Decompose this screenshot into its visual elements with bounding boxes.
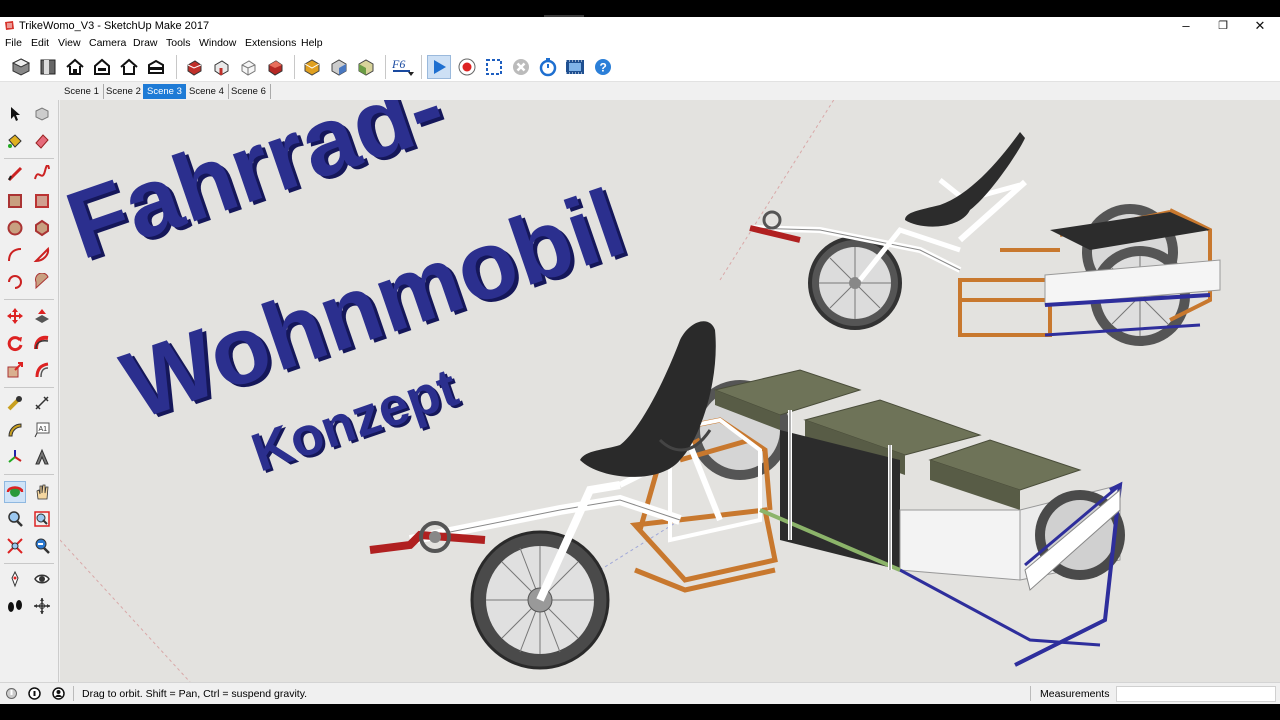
- measurements-label: Measurements: [1040, 688, 1110, 700]
- line-tool-icon[interactable]: [4, 163, 26, 185]
- zoom-extents-tool-icon[interactable]: [4, 535, 26, 557]
- restore-button[interactable]: ❐: [1205, 17, 1241, 36]
- look-around-tool-icon[interactable]: [31, 568, 53, 590]
- rectangle-tool-icon[interactable]: [4, 190, 26, 212]
- svg-text:A1: A1: [39, 426, 48, 433]
- menu-view[interactable]: View: [58, 37, 81, 49]
- menu-window[interactable]: Window: [199, 37, 236, 49]
- status-hint: Drag to orbit. Shift = Pan, Ctrl = suspe…: [82, 688, 308, 700]
- screen-top-border: [0, 0, 1280, 17]
- polygon-tool-icon[interactable]: [31, 217, 53, 239]
- menu-edit[interactable]: Edit: [31, 37, 49, 49]
- zoom-window-tool-icon[interactable]: [31, 508, 53, 530]
- measurements-input[interactable]: [1116, 686, 1276, 702]
- position-camera-tool-icon[interactable]: [4, 568, 26, 590]
- hidden-line-style-icon[interactable]: [236, 55, 260, 79]
- rotate-tool-icon[interactable]: [4, 332, 26, 354]
- play-animation-icon[interactable]: [427, 55, 451, 79]
- push-pull-tool-icon[interactable]: [31, 305, 53, 327]
- follow-me-tool-icon[interactable]: [31, 332, 53, 354]
- model-scene: Fahrrad- Fahrrad- Wohnmobil Wohnmobil Ko…: [60, 100, 1221, 682]
- select-tool-icon[interactable]: [4, 103, 26, 125]
- move-tool-icon[interactable]: [4, 305, 26, 327]
- 3d-text-tool-icon[interactable]: [31, 446, 53, 468]
- arc-3pt-tool-icon[interactable]: [4, 271, 26, 293]
- scene-tabs: Scene 1 Scene 2 Scene 3 Scene 4 Scene 6: [0, 82, 1280, 100]
- section-display-icon[interactable]: [327, 55, 351, 79]
- sketchup-logo-icon: [5, 21, 14, 30]
- trike-model-top-view[interactable]: [749, 132, 1221, 346]
- credits-icon[interactable]: [28, 687, 41, 700]
- tab-scene-3[interactable]: Scene 3: [143, 84, 186, 99]
- menu-help[interactable]: Help: [301, 37, 323, 49]
- iso-view-icon[interactable]: [9, 55, 33, 79]
- menu-extensions[interactable]: Extensions: [245, 37, 296, 49]
- window-title: TrikeWomo_V3 - SketchUp Make 2017: [19, 20, 210, 32]
- account-icon[interactable]: [52, 687, 65, 700]
- f6-extension-icon[interactable]: F6: [390, 55, 416, 79]
- section-plane-tool-icon[interactable]: [31, 595, 53, 617]
- screen-bottom-border: [0, 704, 1280, 720]
- svg-text:?: ?: [600, 61, 607, 75]
- text-tool-icon[interactable]: A1: [31, 419, 53, 441]
- freehand-tool-icon[interactable]: [31, 163, 53, 185]
- zoom-tool-icon[interactable]: [4, 508, 26, 530]
- selection-box-icon[interactable]: [482, 55, 506, 79]
- menu-tools[interactable]: Tools: [166, 37, 191, 49]
- tool-palette: A1: [0, 100, 59, 682]
- scale-tool-icon[interactable]: [4, 359, 26, 381]
- previous-view-tool-icon[interactable]: [31, 535, 53, 557]
- eraser-tool-icon[interactable]: [31, 130, 53, 152]
- stop-icon[interactable]: [509, 55, 533, 79]
- pie-tool-icon[interactable]: [31, 244, 53, 266]
- left-view-icon[interactable]: [144, 55, 168, 79]
- menu-file[interactable]: File: [5, 37, 22, 49]
- front-view-icon[interactable]: [63, 55, 87, 79]
- circle-tool-icon[interactable]: [4, 217, 26, 239]
- right-view-icon[interactable]: [90, 55, 114, 79]
- paint-bucket-tool-icon[interactable]: [4, 130, 26, 152]
- shaded-style-icon[interactable]: [263, 55, 287, 79]
- f6-label: F6: [391, 57, 405, 71]
- protractor-tool-icon[interactable]: [4, 419, 26, 441]
- trike-model-main[interactable]: [369, 321, 1125, 670]
- tab-scene-4[interactable]: Scene 4: [185, 84, 229, 99]
- main-toolbar: F6 ?: [0, 51, 1280, 82]
- pan-tool-icon[interactable]: [31, 481, 53, 503]
- sketchup-window: TrikeWomo_V3 - SketchUp Make 2017 – ❐ ✕ …: [0, 0, 1280, 720]
- walk-tool-icon[interactable]: [4, 595, 26, 617]
- menu-draw[interactable]: Draw: [133, 37, 158, 49]
- axes-tool-icon[interactable]: [4, 446, 26, 468]
- back-view-icon[interactable]: [117, 55, 141, 79]
- model-viewport[interactable]: Fahrrad- Fahrrad- Wohnmobil Wohnmobil Ko…: [60, 100, 1280, 682]
- section-plane-icon[interactable]: [300, 55, 324, 79]
- help-icon[interactable]: ?: [591, 55, 615, 79]
- title-bar: TrikeWomo_V3 - SketchUp Make 2017 – ❐ ✕: [0, 17, 1280, 36]
- minimize-button[interactable]: –: [1168, 17, 1204, 36]
- record-icon[interactable]: [455, 55, 479, 79]
- timer-icon[interactable]: [536, 55, 560, 79]
- menu-bar: File Edit View Camera Draw Tools Window …: [0, 36, 1280, 51]
- close-button[interactable]: ✕: [1242, 17, 1278, 36]
- tab-scene-6[interactable]: Scene 6: [227, 84, 271, 99]
- headline-3d-text[interactable]: Fahrrad- Fahrrad- Wohnmobil Wohnmobil Ko…: [60, 100, 641, 486]
- component-tool-icon[interactable]: [31, 103, 53, 125]
- tape-measure-tool-icon[interactable]: [4, 392, 26, 414]
- orbit-tool-icon[interactable]: [4, 481, 26, 503]
- xray-style-icon[interactable]: [182, 55, 206, 79]
- rotated-rectangle-tool-icon[interactable]: [31, 190, 53, 212]
- offset-tool-icon[interactable]: [31, 359, 53, 381]
- arc-2pt-tool-icon[interactable]: [31, 271, 53, 293]
- dimension-tool-icon[interactable]: [31, 392, 53, 414]
- tab-scene-1[interactable]: Scene 1: [60, 84, 104, 99]
- section-cut-icon[interactable]: [354, 55, 378, 79]
- status-bar: Drag to orbit. Shift = Pan, Ctrl = suspe…: [0, 682, 1280, 704]
- tab-scene-2[interactable]: Scene 2: [102, 84, 146, 99]
- wireframe-style-icon[interactable]: [209, 55, 233, 79]
- arc-tool-icon[interactable]: [4, 244, 26, 266]
- film-icon[interactable]: [563, 55, 587, 79]
- geolocation-icon[interactable]: [5, 687, 18, 700]
- top-view-icon[interactable]: [36, 55, 60, 79]
- menu-camera[interactable]: Camera: [89, 37, 126, 49]
